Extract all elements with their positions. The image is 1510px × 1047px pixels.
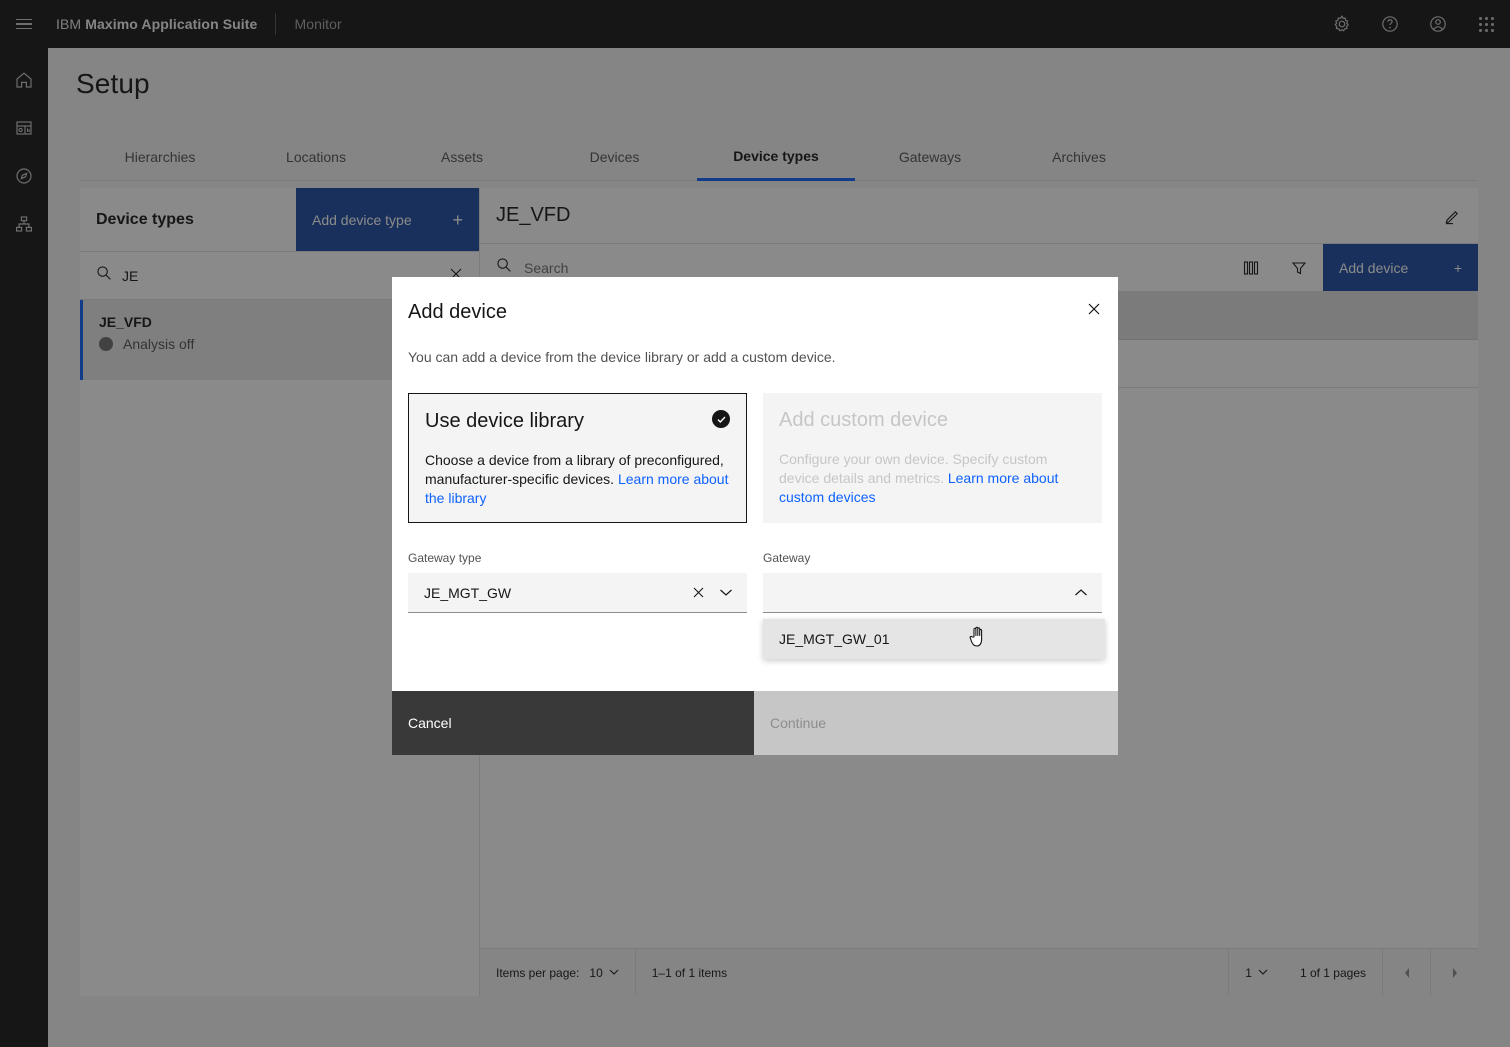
card-use-device-library[interactable]: Use device library Choose a device from …	[408, 393, 747, 523]
add-device-modal: Add device You can add a device from the…	[392, 277, 1118, 755]
app-root: Setup Hierarchies Locations Assets Devic…	[0, 0, 1510, 1047]
continue-button: Continue	[754, 691, 1118, 755]
gateway-type-label: Gateway type	[408, 551, 482, 565]
modal-footer: Cancel Continue	[392, 691, 1118, 755]
gateway-select[interactable]	[763, 573, 1102, 613]
close-icon[interactable]	[1070, 285, 1118, 333]
card-title: Add custom device	[779, 409, 948, 431]
gateway-type-select[interactable]: JE_MGT_GW	[408, 573, 747, 613]
clear-x-icon[interactable]	[692, 586, 705, 599]
cancel-button[interactable]: Cancel	[392, 691, 754, 755]
device-source-cards: Use device library Choose a device from …	[408, 393, 1102, 523]
gateway-field: Gateway gateways JE_MGT_GW_01	[763, 551, 1105, 659]
chevron-up-icon[interactable]	[1074, 588, 1088, 597]
chevron-down-icon[interactable]	[719, 588, 733, 597]
card-text: Choose a device from a library of precon…	[425, 451, 730, 507]
modal-body: You can add a device from the device lib…	[392, 349, 1118, 659]
card-add-custom-device[interactable]: Add custom device Configure your own dev…	[763, 393, 1102, 523]
card-text: Configure your own device. Specify custo…	[779, 450, 1086, 506]
gateway-type-field: Gateway type JE_MGT_GW	[408, 551, 747, 635]
gateway-type-value: JE_MGT_GW	[424, 584, 512, 601]
gateway-fields: Gateway type JE_MGT_GW Gateway JE_MGT_GW…	[408, 551, 1105, 659]
checkmark-filled-icon	[712, 410, 730, 428]
gateway-option[interactable]: JE_MGT_GW_01	[763, 619, 1105, 659]
gateway-label: Gateway	[763, 551, 811, 565]
modal-description: You can add a device from the device lib…	[408, 349, 836, 365]
modal-title: Add device	[408, 301, 507, 323]
modal-header: Add device	[392, 277, 1118, 349]
gateway-listbox: JE_MGT_GW_01	[763, 619, 1105, 659]
card-title: Use device library	[425, 410, 584, 432]
